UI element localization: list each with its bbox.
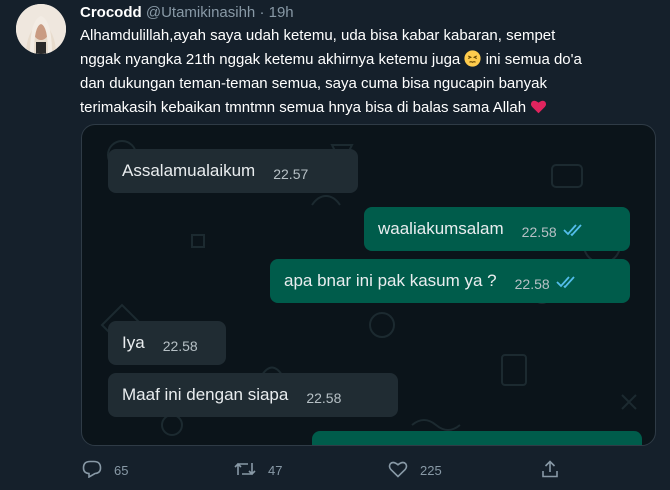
- share-icon: [540, 459, 560, 481]
- display-name[interactable]: Crocodd: [80, 4, 142, 21]
- separator-dot: ·: [259, 4, 265, 21]
- read-double-tick-icon: [556, 275, 578, 294]
- read-double-tick-icon: [563, 223, 585, 242]
- retweet-icon: [234, 460, 256, 481]
- retweet-count: 47: [268, 462, 283, 478]
- message-text: Iya: [122, 333, 145, 352]
- share-button[interactable]: [540, 456, 560, 484]
- like-count: 225: [420, 462, 442, 478]
- chat-message-incoming: Maaf ini dengan siapa 22.58: [108, 373, 398, 417]
- chat-message-incoming: Assalamualaikum 22.57: [108, 149, 358, 193]
- avatar[interactable]: [16, 4, 66, 54]
- reply-icon: [82, 460, 102, 481]
- message-text: waaliakumsalam: [378, 219, 504, 238]
- reply-count: 65: [114, 462, 129, 478]
- chat-message-incoming: Iya 22.58: [108, 321, 226, 365]
- tweet-text: Alhamdulillah,ayah saya udah ketemu, uda…: [80, 24, 660, 120]
- heart-icon: [388, 460, 408, 481]
- handle[interactable]: @Utamikinasihh: [146, 4, 255, 21]
- persevering-face-emoji: [464, 50, 481, 67]
- message-time: 22.58: [514, 276, 550, 292]
- red-heart-emoji: [530, 98, 547, 115]
- retweet-button[interactable]: 47: [234, 456, 282, 484]
- like-button[interactable]: 225: [388, 456, 442, 484]
- message-text: Maaf ini dengan siapa: [122, 385, 289, 404]
- chat-message-outgoing: apa bnar ini pak kasum ya ? 22.58: [270, 259, 630, 303]
- reply-button[interactable]: 65: [82, 456, 128, 484]
- tweet-time[interactable]: 19h: [269, 4, 294, 21]
- message-text: Assalamualaikum: [122, 161, 256, 180]
- message-text: apa bnar ini pak kasum ya ?: [284, 271, 497, 290]
- chat-message-outgoing: waaliakumsalam 22.58: [364, 207, 630, 251]
- message-time: 22.58: [306, 390, 342, 406]
- message-time: 22.57: [273, 166, 309, 182]
- tweet-media-image[interactable]: Assalamualaikum 22.57 waaliakumsalam 22.…: [81, 124, 656, 446]
- message-time: 22.58: [521, 224, 557, 240]
- chat-message-outgoing-partial: [312, 431, 642, 445]
- message-time: 22.58: [162, 338, 198, 354]
- tweet-action-bar: 65 47 225: [0, 456, 670, 484]
- tweet-header: Crocodd @Utamikinasihh · 19h: [80, 3, 294, 23]
